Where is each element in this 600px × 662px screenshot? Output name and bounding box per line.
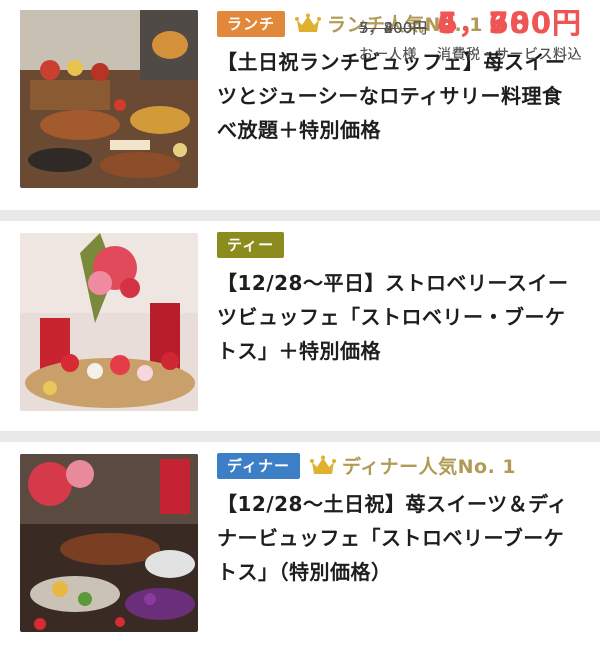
category-tag: ティー <box>217 231 285 258</box>
plan-card-dinner[interactable]: ディナー ディナー人気No. 1 【12/28～土日祝】苺スイーツ＆ディナービュ… <box>0 442 600 662</box>
ranking-label: ディナー人気No. 1 <box>341 456 517 478</box>
price-block-dinner: 7，400円 6，700円 お一人様 消費税・サービス料込 <box>359 0 582 64</box>
tax-note: 消費税・サービス料込 <box>437 47 582 63</box>
dinner-buffet-photo-icon <box>20 454 198 632</box>
price-note: お一人様 消費税・サービス料込 <box>359 44 582 64</box>
discount-price: 6，700円 <box>437 6 582 40</box>
lunch-buffet-photo-icon <box>20 10 198 188</box>
plan-image-tea[interactable] <box>20 233 198 411</box>
category-tag: ランチ <box>217 10 286 37</box>
plan-info: ディナー ディナー人気No. 1 【12/28～土日祝】苺スイーツ＆ディナービュ… <box>217 452 582 589</box>
plan-header: ディナー ディナー人気No. 1 <box>217 452 582 479</box>
plan-image-lunch[interactable] <box>20 10 198 188</box>
plan-title[interactable]: 【12/28～平日】ストロベリースイーツビュッフェ「ストロベリー・ブーケトス」＋… <box>217 266 582 368</box>
plan-card-tea[interactable]: ティー 【12/28～平日】ストロベリースイーツビュッフェ「ストロベリー・ブーケ… <box>0 221 600 431</box>
plan-list: ランチ ランチ人気No. 1 【土日祝ランチビュッフェ】苺スイーツとジューシーな… <box>0 0 600 662</box>
plan-image-dinner[interactable] <box>20 454 198 632</box>
plan-header: ティー <box>217 231 582 258</box>
original-price: 7，400円 <box>359 19 428 37</box>
strawberry-sweets-photo-icon <box>20 233 198 411</box>
category-tag: ディナー <box>217 452 300 479</box>
plan-title[interactable]: 【12/28～土日祝】苺スイーツ＆ディナービュッフェ「ストロベリーブーケトス」（… <box>217 487 582 589</box>
plan-info: ティー 【12/28～平日】ストロベリースイーツビュッフェ「ストロベリー・ブーケ… <box>217 231 582 368</box>
per-person-label: お一人様 <box>359 47 417 63</box>
crown-icon <box>309 455 336 474</box>
crown-icon <box>295 13 322 32</box>
